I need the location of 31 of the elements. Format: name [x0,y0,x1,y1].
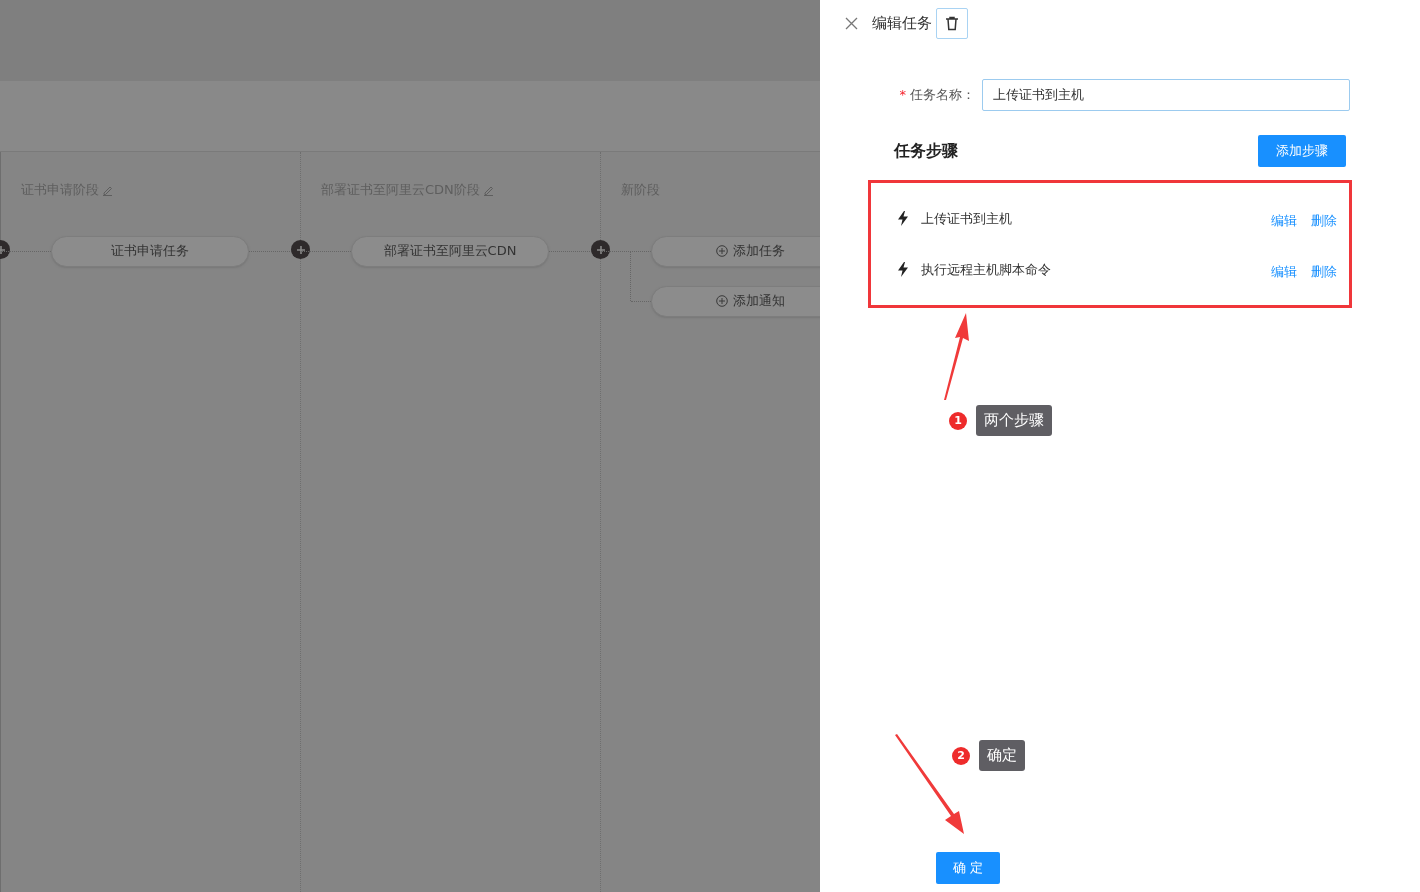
lightning-icon [898,211,908,226]
close-icon [845,16,858,30]
confirm-button[interactable]: 确 定 [936,852,1000,884]
add-node-button[interactable]: 添加通知 [651,285,820,317]
required-mark: * [899,87,906,102]
callout-label: 两个步骤 [976,405,1052,436]
add-step-button[interactable]: 添加步骤 [1258,135,1346,167]
step-action-link[interactable]: 编辑 [1271,211,1297,230]
step-number-badge: 2 [952,746,970,765]
callout-label: 确定 [979,740,1025,771]
section-title: 任务步骤 [894,140,958,162]
field-label: 任务名称： [910,87,975,102]
step-name: 执行远程主机脚本命令 [921,260,1052,279]
step-name: 上传证书到主机 [921,209,1013,228]
plus-circle-icon [715,295,728,307]
drawer-title: 编辑任务 [872,13,932,33]
task-node[interactable]: 部署证书至阿里云CDN [351,235,549,267]
task-node[interactable]: 证书申请任务 [51,235,249,267]
delete-button[interactable] [936,7,968,39]
add-node-button[interactable]: 添加任务 [651,235,820,267]
trash-icon [945,15,959,31]
step-action-link[interactable]: 删除 [1311,262,1337,281]
step-action-link[interactable]: 删除 [1311,211,1337,230]
add-stage-icon[interactable] [291,240,310,259]
step-number-badge: 1 [949,411,967,430]
add-stage-icon[interactable] [591,240,610,259]
step-action-link[interactable]: 编辑 [1271,262,1297,281]
plus-circle-icon [715,245,728,257]
close-button[interactable] [845,16,858,30]
lightning-icon [898,262,908,277]
task-name-field[interactable]: 上传证书到主机 [982,79,1350,111]
